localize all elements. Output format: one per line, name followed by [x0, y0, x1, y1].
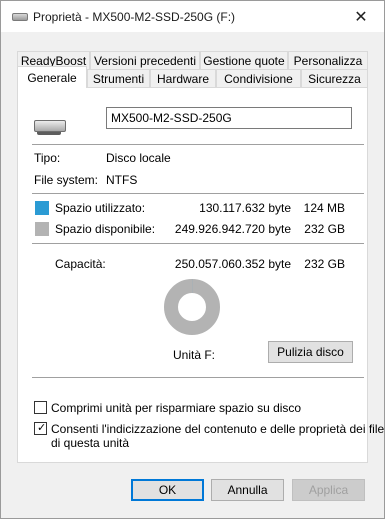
general-panel: Tipo: Disco locale File system: NTFS Spa… — [17, 87, 384, 463]
compress-label: Comprimi unità per risparmiare spazio su… — [51, 401, 302, 415]
properties-dialog: Proprietà - MX500-M2-SSD-250G (F:) ✕ Rea… — [0, 0, 385, 519]
tab-gestione-quote[interactable]: Gestione quote — [200, 51, 288, 69]
drive-letter-label: Unità F: — [173, 348, 216, 362]
tab-hardware[interactable]: Hardware — [150, 69, 216, 87]
drive-icon — [12, 13, 28, 21]
separator — [32, 243, 364, 244]
close-button[interactable]: ✕ — [338, 1, 384, 32]
used-color-swatch — [35, 201, 49, 215]
filesystem-value: NTFS — [106, 173, 138, 187]
capacity-short: 232 GB — [304, 257, 345, 271]
disk-cleanup-button[interactable]: Pulizia disco — [268, 341, 353, 363]
tab-condivisione[interactable]: Condivisione — [216, 69, 301, 87]
apply-button[interactable]: Applica — [292, 479, 365, 501]
tab-sicurezza[interactable]: Sicurezza — [301, 69, 368, 87]
index-checkbox[interactable]: ✓ — [34, 422, 47, 435]
free-color-swatch — [35, 222, 49, 236]
type-value: Disco locale — [106, 151, 171, 165]
cancel-button[interactable]: Annulla — [211, 479, 284, 501]
drive-icon — [34, 120, 66, 135]
index-label-line2: di questa unità — [51, 436, 130, 450]
used-space-label: Spazio utilizzato: — [55, 201, 146, 215]
used-space-short: 124 MB — [303, 201, 345, 215]
tab-versioni-precedenti[interactable]: Versioni precedenti — [90, 51, 200, 69]
free-space-label: Spazio disponibile: — [55, 222, 156, 236]
filesystem-label: File system: — [34, 173, 99, 187]
separator — [32, 377, 364, 378]
index-label-line1: Consenti l'indicizzazione del contenuto … — [51, 422, 385, 436]
separator — [32, 144, 364, 145]
usage-ring-chart — [164, 279, 220, 335]
tab-personalizza[interactable]: Personalizza — [288, 51, 368, 69]
check-icon: ✓ — [37, 422, 47, 434]
tab-strumenti[interactable]: Strumenti — [87, 69, 150, 87]
capacity-bytes: 250.057.060.352 byte — [174, 257, 291, 271]
compress-checkbox[interactable] — [34, 401, 47, 414]
tab-generale[interactable]: Generale — [17, 66, 87, 88]
drive-name-field[interactable] — [106, 107, 352, 129]
title-bar: Proprietà - MX500-M2-SSD-250G (F:) ✕ — [1, 1, 384, 32]
ok-button[interactable]: OK — [131, 479, 204, 501]
separator — [32, 193, 364, 194]
free-space-bytes: 249.926.942.720 byte — [174, 222, 291, 236]
capacity-label: Capacità: — [55, 257, 106, 271]
used-space-bytes: 130.117.632 byte — [199, 201, 291, 215]
close-icon: ✕ — [354, 8, 368, 26]
window-title: Proprietà - MX500-M2-SSD-250G (F:) — [33, 10, 236, 24]
type-label: Tipo: — [34, 151, 61, 165]
free-space-short: 232 GB — [304, 222, 345, 236]
